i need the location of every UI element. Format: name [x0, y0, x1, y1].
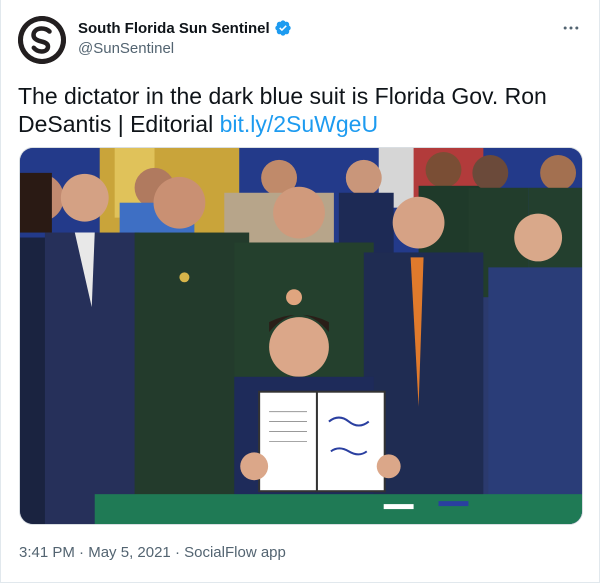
avatar[interactable] [18, 16, 66, 64]
more-dots-icon [563, 26, 579, 30]
tweet-date[interactable]: May 5, 2021 [88, 544, 171, 561]
meta-separator-2: · [170, 544, 185, 561]
meta-separator: · [74, 544, 89, 561]
tweet-time[interactable]: 3:41 PM [19, 544, 75, 561]
more-options-button[interactable] [559, 18, 583, 38]
account-name-row: South Florida Sun Sentinel [78, 18, 292, 38]
tweet-metadata: 3:41 PM · May 5, 2021 · SocialFlow app [19, 544, 286, 561]
sun-sentinel-logo-icon [18, 16, 66, 64]
tweet-photo[interactable] [19, 147, 583, 525]
photo-bill-signing-ceremony [20, 148, 582, 524]
account-handle[interactable]: @SunSentinel [78, 40, 174, 57]
tweet-card: South Florida Sun Sentinel @SunSentinel … [0, 0, 600, 583]
verified-badge-icon [274, 20, 291, 36]
tweet-source[interactable]: SocialFlow app [184, 544, 286, 561]
tweet-link[interactable]: bit.ly/2SuWgeU [220, 111, 379, 137]
tweet-text: The dictator in the dark blue suit is Fl… [18, 82, 583, 138]
display-name[interactable]: South Florida Sun Sentinel [78, 20, 270, 37]
